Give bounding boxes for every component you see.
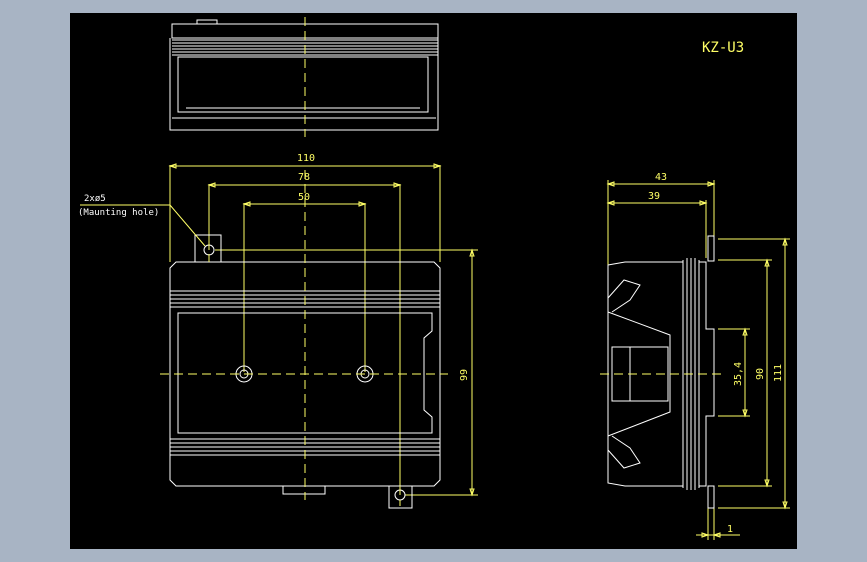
dim-1: 1	[727, 524, 733, 535]
dim-78: 78	[298, 172, 310, 183]
drawing-canvas: KZ-U3 110 78 50 99 2xø5 (Maunting hole) …	[70, 13, 797, 549]
drawing-area	[70, 13, 797, 549]
dim-110: 110	[297, 153, 315, 164]
dim-111: 111	[773, 364, 784, 382]
drawing-title: KZ-U3	[702, 40, 744, 56]
dim-43: 43	[655, 172, 667, 183]
dim-99: 99	[459, 369, 470, 381]
dim-39: 39	[648, 191, 660, 202]
mounting-note-line1: 2xø5	[84, 194, 106, 204]
mounting-note-line2: (Maunting hole)	[78, 208, 159, 218]
cad-viewport[interactable]: KZ-U3 110 78 50 99 2xø5 (Maunting hole) …	[0, 0, 867, 562]
dim-50: 50	[298, 192, 310, 203]
dim-90: 90	[755, 368, 766, 380]
dim-35-4: 35,4	[733, 362, 744, 386]
